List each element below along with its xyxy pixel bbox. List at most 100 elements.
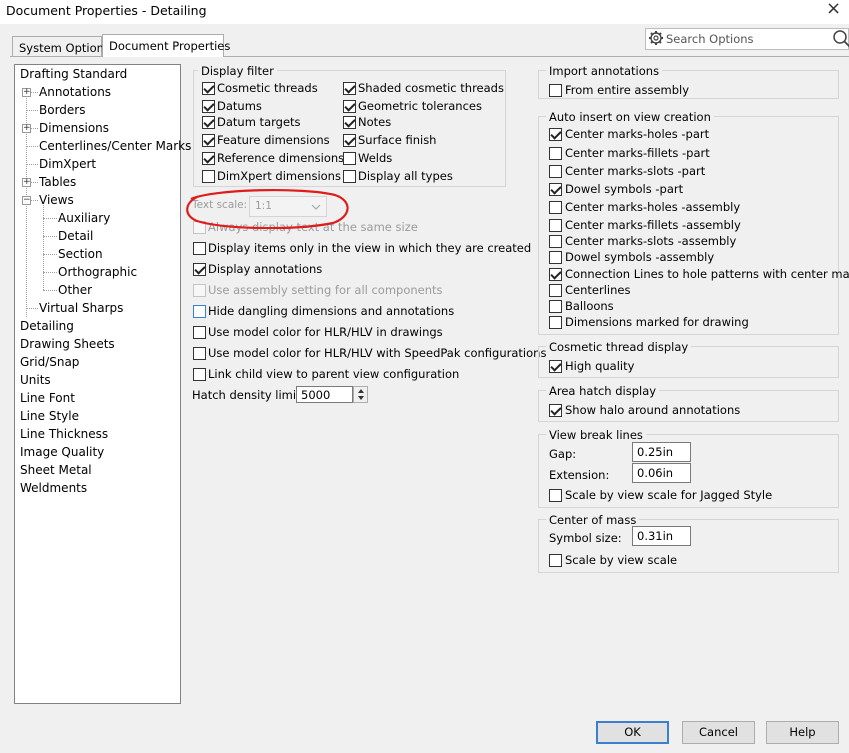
datums-checkbox[interactable]	[202, 100, 215, 113]
tree-item-auxiliary[interactable]: Auxiliary	[58, 211, 110, 225]
tree-item-weldments[interactable]: Weldments	[20, 481, 87, 495]
collapse-views-icon[interactable]: −	[22, 196, 31, 205]
notes-checkbox[interactable]	[343, 116, 356, 129]
tree-item-views[interactable]: Views	[39, 193, 74, 207]
dimxpert-dimensions-checkbox[interactable]	[202, 170, 215, 183]
feature-dimensions-checkbox[interactable]	[202, 134, 215, 147]
model-color-hlr-checkbox[interactable]	[193, 326, 206, 339]
tree-item-tables[interactable]: Tables	[39, 175, 76, 189]
expand-annotations-icon[interactable]: +	[22, 88, 31, 97]
tree-item-units[interactable]: Units	[20, 373, 51, 387]
display-annotations-checkbox[interactable]	[193, 263, 206, 276]
show-halo-checkbox[interactable]	[549, 404, 562, 417]
tab-document-properties[interactable]: Document Properties	[102, 34, 230, 57]
display-filter-title: Display filter	[198, 64, 277, 78]
search-box[interactable]: Search Options	[645, 28, 849, 50]
tree-item-line-font[interactable]: Line Font	[20, 391, 75, 405]
cm-holes-part-label: Center marks-holes -part	[565, 127, 710, 141]
tree-item-virtual-sharps[interactable]: Virtual Sharps	[39, 301, 123, 315]
cm-fillets-part-checkbox[interactable]	[549, 147, 562, 160]
cosmetic-threads-checkbox[interactable]	[202, 82, 215, 95]
magnifier-icon[interactable]	[832, 29, 849, 49]
tree-item-dimxpert[interactable]: DimXpert	[39, 157, 96, 171]
link-child-view-label: Link child view to parent view configura…	[208, 367, 460, 381]
use-assembly-setting-checkbox[interactable]	[193, 284, 206, 297]
tree-item-annotations[interactable]: Annotations	[39, 85, 111, 99]
tree-item-grid-snap[interactable]: Grid/Snap	[20, 355, 79, 369]
surface-finish-checkbox[interactable]	[343, 134, 356, 147]
centerlines-checkbox[interactable]	[549, 284, 562, 297]
cosmetic-thread-title: Cosmetic thread display	[546, 340, 692, 354]
tree-item-orthographic[interactable]: Orthographic	[58, 265, 137, 279]
expand-tables-icon[interactable]: +	[22, 178, 31, 187]
hatch-density-label: Hatch density limit:	[192, 388, 305, 402]
display-items-only-checkbox[interactable]	[193, 242, 206, 255]
datums-label: Datums	[217, 99, 262, 113]
centerlines-label: Centerlines	[565, 283, 631, 297]
center-mass-title: Center of mass	[546, 513, 640, 527]
model-color-speedpak-checkbox[interactable]	[193, 347, 206, 360]
connection-lines-checkbox[interactable]	[549, 268, 562, 281]
cm-slots-assembly-label: Center marks-slots -assembly	[565, 234, 737, 248]
scale-jagged-checkbox[interactable]	[549, 489, 562, 502]
view-break-title: View break lines	[546, 428, 646, 442]
hatch-density-input[interactable]: 5000	[296, 386, 353, 403]
help-button[interactable]: Help	[766, 721, 839, 744]
red-highlight-ellipse	[186, 188, 349, 229]
tab-system-options[interactable]: System Options	[12, 36, 110, 56]
extension-input[interactable]: 0.06in	[632, 463, 691, 483]
use-assembly-setting-label: Use assembly setting for all components	[208, 283, 443, 297]
tree-item-line-style[interactable]: Line Style	[20, 409, 79, 423]
scale-view-checkbox[interactable]	[549, 554, 562, 567]
high-quality-checkbox[interactable]	[549, 360, 562, 373]
reference-dimensions-checkbox[interactable]	[202, 152, 215, 165]
display-items-only-label: Display items only in the view in which …	[208, 241, 532, 255]
dims-marked-checkbox[interactable]	[549, 316, 562, 329]
cm-slots-assembly-checkbox[interactable]	[549, 235, 562, 248]
tree-item-sheet-metal[interactable]: Sheet Metal	[20, 463, 92, 477]
dimxpert-dimensions-label: DimXpert dimensions	[217, 169, 341, 183]
scale-view-label: Scale by view scale	[565, 553, 678, 567]
tree-item-detailing[interactable]: Detailing	[20, 319, 74, 333]
gap-input[interactable]: 0.25in	[632, 442, 691, 462]
tree-item-centerlines[interactable]: Centerlines/Center Marks	[39, 139, 191, 153]
display-annotations-label: Display annotations	[208, 262, 323, 276]
tree-item-line-thickness[interactable]: Line Thickness	[20, 427, 108, 441]
link-child-view-checkbox[interactable]	[193, 368, 206, 381]
tree-item-drawing-sheets[interactable]: Drawing Sheets	[20, 337, 115, 351]
balloons-checkbox[interactable]	[549, 300, 562, 313]
spinner-arrows-icon	[358, 389, 364, 400]
dowel-part-checkbox[interactable]	[549, 183, 562, 196]
close-button[interactable]: ×	[826, 0, 841, 19]
expand-dimensions-icon[interactable]: +	[22, 124, 31, 133]
extension-label: Extension:	[549, 468, 610, 482]
dowel-assembly-checkbox[interactable]	[549, 251, 562, 264]
ok-button[interactable]: OK	[596, 721, 669, 744]
cm-fillets-part-label: Center marks-fillets -part	[565, 146, 710, 160]
cancel-button[interactable]: Cancel	[682, 721, 755, 744]
cm-slots-part-checkbox[interactable]	[549, 165, 562, 178]
cm-holes-assembly-checkbox[interactable]	[549, 201, 562, 214]
tree-item-image-quality[interactable]: Image Quality	[20, 445, 104, 459]
cm-holes-part-checkbox[interactable]	[549, 128, 562, 141]
cm-fillets-assembly-checkbox[interactable]	[549, 219, 562, 232]
tree-item-dimensions[interactable]: Dimensions	[39, 121, 109, 135]
shaded-cosmetic-threads-checkbox[interactable]	[343, 82, 356, 95]
tree-item-drafting-standard[interactable]: Drafting Standard	[20, 67, 127, 81]
welds-label: Welds	[358, 151, 393, 165]
tree-item-borders[interactable]: Borders	[39, 103, 85, 117]
datum-targets-checkbox[interactable]	[202, 116, 215, 129]
tree-item-detail[interactable]: Detail	[58, 229, 93, 243]
tree-item-section[interactable]: Section	[58, 247, 103, 261]
options-tree[interactable]: + + + − Drafting Standard Annotations Bo…	[14, 64, 191, 704]
tree-item-other[interactable]: Other	[58, 283, 92, 297]
surface-finish-label: Surface finish	[358, 133, 437, 147]
display-all-types-checkbox[interactable]	[343, 170, 356, 183]
geometric-tolerances-checkbox[interactable]	[343, 100, 356, 113]
hatch-density-spinner[interactable]	[353, 386, 368, 403]
hide-dangling-checkbox[interactable]	[193, 305, 206, 318]
welds-checkbox[interactable]	[343, 152, 356, 165]
from-entire-assembly-label: From entire assembly	[565, 83, 690, 97]
from-entire-assembly-checkbox[interactable]	[549, 84, 562, 97]
symbol-size-input[interactable]: 0.31in	[632, 526, 691, 546]
